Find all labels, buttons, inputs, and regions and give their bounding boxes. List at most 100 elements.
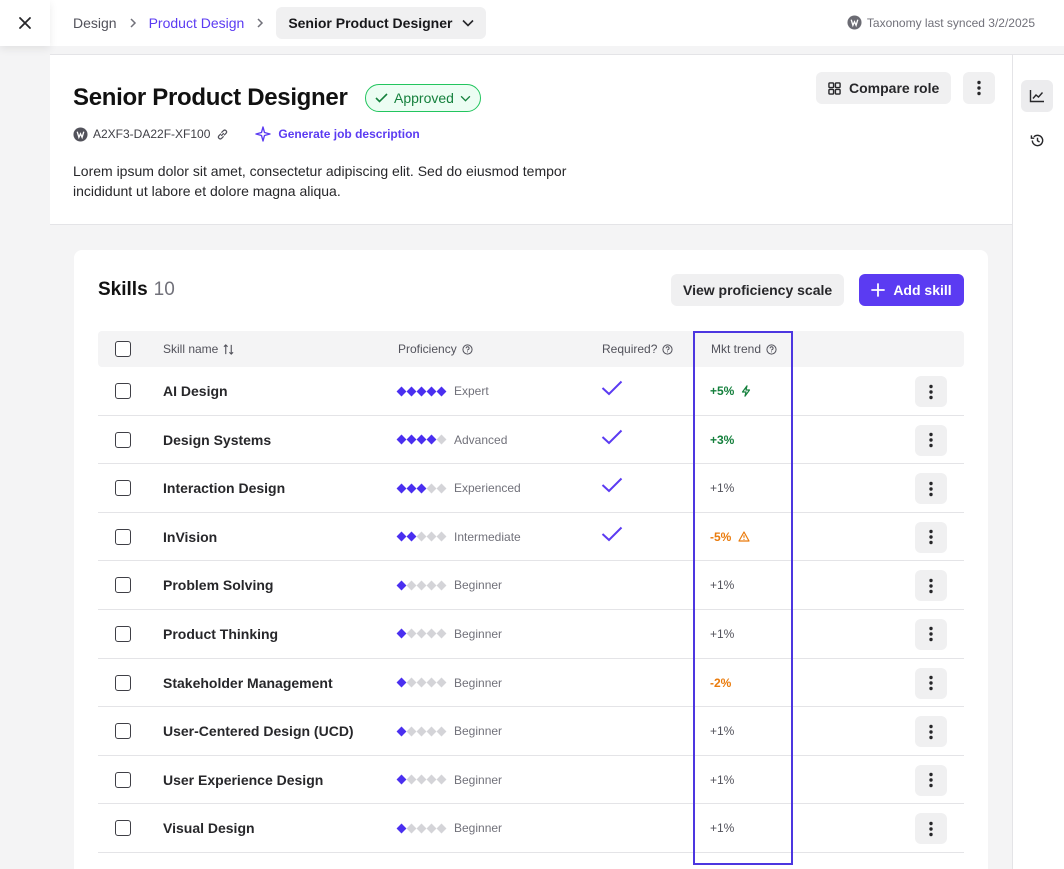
table-row[interactable]: Problem Solving Beginner +1%: [98, 561, 964, 610]
proficiency-diamond: [406, 629, 417, 639]
proficiency-diamond: [406, 434, 417, 445]
table-row[interactable]: User Experience Design Beginner +1%: [98, 756, 964, 805]
required-check-icon: [601, 526, 623, 545]
row-more-button[interactable]: [915, 667, 947, 699]
table-row[interactable]: Stakeholder Management Beginner -2%: [98, 659, 964, 708]
chevron-down-icon: [462, 19, 475, 27]
skill-name: Visual Design: [163, 820, 255, 837]
breadcrumb-item-design[interactable]: Design: [73, 15, 117, 31]
proficiency-diamonds: [396, 386, 447, 396]
row-checkbox[interactable]: [115, 528, 131, 545]
row-checkbox[interactable]: [115, 625, 131, 642]
trend-percent: +1%: [710, 724, 735, 739]
proficiency-diamond: [426, 677, 437, 688]
trend-panel-button[interactable]: [1021, 80, 1053, 112]
taxonomy-logo-icon: [847, 15, 862, 30]
row-checkbox[interactable]: [115, 771, 131, 788]
proficiency-diamond: [396, 531, 407, 542]
more-vertical-icon: [929, 627, 933, 642]
help-icon[interactable]: [766, 343, 777, 355]
row-more-button[interactable]: [915, 473, 947, 505]
skills-title: Skills: [98, 279, 148, 300]
role-meta: A2XF3-DA22F-XF100 Generate job descripti…: [73, 126, 420, 142]
generate-job-description-link[interactable]: Generate job description: [255, 126, 420, 142]
compare-role-button[interactable]: Compare role: [816, 72, 952, 104]
help-icon[interactable]: [662, 343, 673, 355]
proficiency-label: Advanced: [454, 432, 508, 447]
table-row[interactable]: Product Thinking Beginner +1%: [98, 610, 964, 659]
skill-name: User-Centered Design (UCD): [163, 723, 354, 740]
breadcrumb: Design Product Design Senior Product Des…: [73, 7, 487, 39]
add-skill-button[interactable]: Add skill: [859, 274, 964, 306]
trend-percent: +5%: [710, 384, 735, 398]
row-checkbox[interactable]: [115, 480, 131, 497]
column-skill-name[interactable]: Skill name: [163, 342, 234, 356]
proficiency-diamond: [426, 823, 437, 834]
proficiency-diamond: [436, 726, 447, 737]
select-all-checkbox[interactable]: [115, 341, 131, 357]
proficiency-diamond: [406, 726, 417, 737]
row-more-button[interactable]: [915, 570, 947, 602]
line-chart-icon: [1029, 90, 1044, 103]
more-vertical-icon: [929, 675, 933, 691]
required-check-icon: [601, 380, 623, 399]
add-skill-label: Add skill: [893, 282, 952, 298]
check-icon: [375, 93, 388, 103]
table-row[interactable]: Visual Design Beginner +1%: [98, 804, 964, 853]
row-more-button[interactable]: [915, 521, 947, 553]
proficiency-diamond: [436, 629, 447, 639]
breadcrumb-current-label: Senior Product Designer: [288, 15, 453, 31]
row-more-button[interactable]: [915, 764, 947, 796]
trend-percent: -2%: [710, 675, 732, 690]
table-row[interactable]: InVision Intermediate -5%: [98, 513, 964, 562]
trend-percent: +1%: [710, 578, 735, 593]
breadcrumb-item-product-design[interactable]: Product Design: [149, 15, 245, 31]
chevron-down-icon: [460, 95, 471, 102]
close-button[interactable]: [0, 0, 50, 46]
proficiency-diamond: [396, 483, 407, 494]
row-checkbox[interactable]: [115, 383, 131, 399]
proficiency-label: Expert: [454, 384, 489, 398]
skills-heading: Skills 10: [98, 279, 175, 301]
proficiency-diamond: [416, 434, 427, 445]
row-checkbox[interactable]: [115, 431, 131, 448]
help-icon[interactable]: [462, 343, 473, 355]
proficiency-diamond: [406, 823, 417, 834]
row-checkbox[interactable]: [115, 577, 131, 594]
row-more-button[interactable]: [915, 376, 947, 407]
plus-icon: [871, 283, 886, 297]
proficiency-diamond: [436, 434, 447, 445]
breadcrumb-current-dropdown[interactable]: Senior Product Designer: [276, 7, 487, 39]
row-more-button[interactable]: [915, 424, 947, 456]
table-row[interactable]: Design Systems Advanced +3%: [98, 416, 964, 465]
close-icon: [19, 17, 31, 29]
proficiency-diamond: [396, 386, 407, 396]
view-proficiency-scale-button[interactable]: View proficiency scale: [671, 274, 845, 306]
status-dropdown[interactable]: Approved: [365, 84, 481, 112]
history-icon: [1030, 134, 1043, 146]
proficiency-diamond: [416, 823, 427, 834]
sparkle-icon: [255, 126, 272, 142]
proficiency-diamond: [436, 774, 447, 785]
row-checkbox[interactable]: [115, 723, 131, 740]
table-row[interactable]: User-Centered Design (UCD) Beginner +1%: [98, 707, 964, 756]
right-rail: [1012, 55, 1064, 869]
row-more-button[interactable]: [915, 716, 947, 748]
proficiency-indicator: Beginner: [396, 821, 502, 835]
table-row[interactable]: AI Design Expert +5%: [98, 367, 964, 416]
more-options-button[interactable]: [963, 72, 995, 104]
row-checkbox[interactable]: [115, 674, 131, 691]
column-label: Required?: [602, 342, 658, 356]
history-button[interactable]: [1021, 124, 1053, 156]
role-code: A2XF3-DA22F-XF100: [93, 127, 211, 141]
proficiency-diamond: [436, 677, 447, 688]
proficiency-diamond: [436, 823, 447, 834]
table-row[interactable]: Interaction Design Experienced +1%: [98, 464, 964, 513]
row-more-button[interactable]: [915, 813, 947, 845]
proficiency-diamond: [416, 386, 427, 396]
row-more-button[interactable]: [915, 618, 947, 650]
row-checkbox[interactable]: [115, 820, 131, 837]
generate-label: Generate job description: [278, 127, 420, 141]
link-icon[interactable]: [216, 128, 229, 141]
proficiency-diamond: [416, 677, 427, 688]
